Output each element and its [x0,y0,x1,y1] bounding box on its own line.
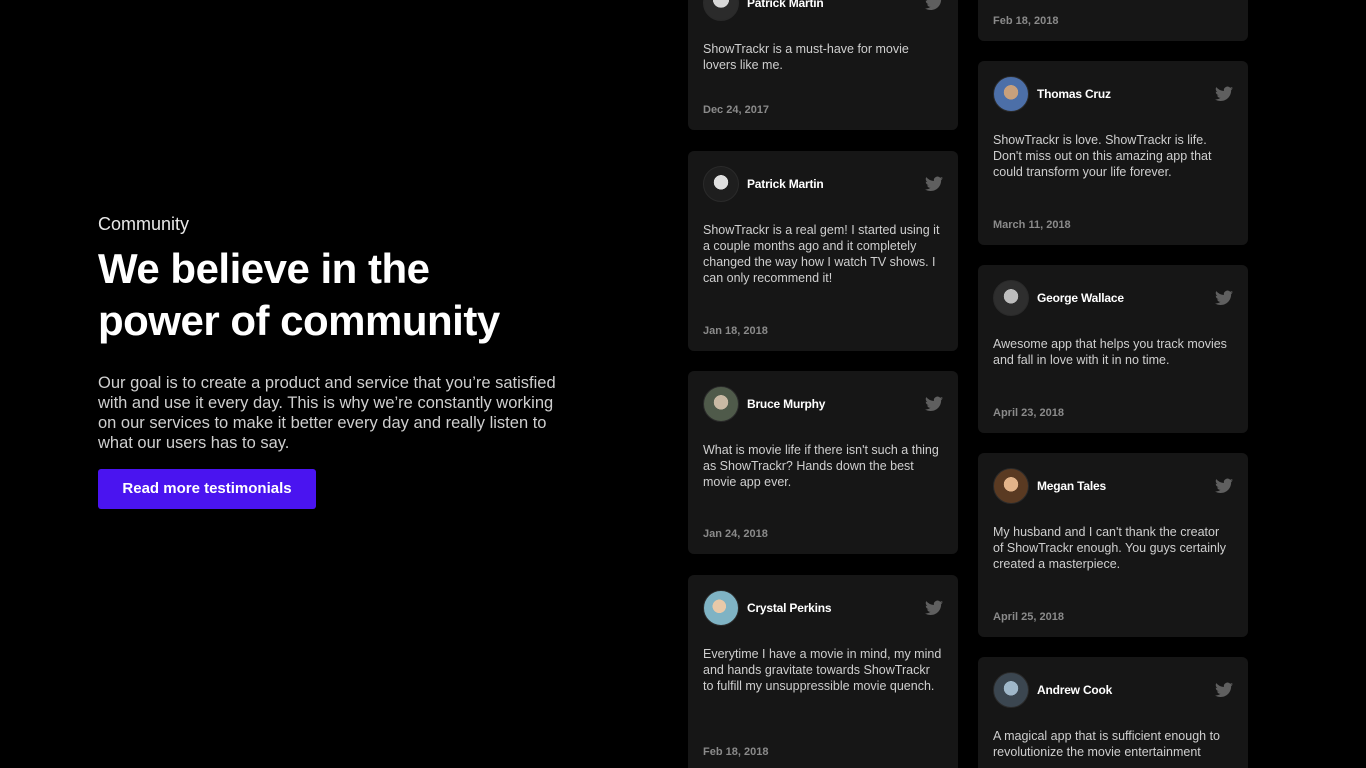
testimonial-quote: ShowTrackr is love. ShowTrackr is life. … [993,133,1212,179]
author-name: Patrick Martin [747,177,824,191]
testimonial-date: Jan 18, 2018 [703,325,768,337]
testimonial-card: Crystal Perkins Everytime I have a movie… [688,575,958,768]
testimonial-date: Jan 24, 2018 [703,528,768,540]
page: Community We believe in the power of com… [0,0,1366,768]
author-name: Megan Tales [1037,479,1106,493]
testimonial-quote: What is movie life if there isn't such a… [703,443,939,489]
testimonial-date: April 23, 2018 [993,407,1064,419]
testimonial-card: Megan Tales My husband and I can't thank… [978,453,1248,637]
testimonial-quote: Awesome app that helps you track movies … [993,337,1227,367]
avatar [993,76,1029,112]
hero-title-line-2: power of community [98,297,500,344]
twitter-icon[interactable] [1215,86,1233,102]
twitter-icon[interactable] [925,0,943,11]
testimonial-quote: ShowTrackr is a must-have for movie love… [703,42,909,72]
testimonial-date: April 25, 2018 [993,611,1064,623]
avatar [703,590,739,626]
author-name: Patrick Martin [747,0,824,10]
testimonial-card: Feb 18, 2018 [978,0,1248,41]
community-hero: Community We believe in the power of com… [98,213,568,509]
testimonial-card: Patrick Martin ShowTrackr is a real gem!… [688,151,958,351]
testimonial-card: Bruce Murphy What is movie life if there… [688,371,958,554]
testimonial-date: March 11, 2018 [993,219,1071,231]
twitter-icon[interactable] [1215,290,1233,306]
section-eyebrow: Community [98,214,190,234]
avatar [703,386,739,422]
testimonial-quote: Everytime I have a movie in mind, my min… [703,647,942,693]
testimonial-date: Dec 24, 2017 [703,104,770,116]
author-name: Thomas Cruz [1037,87,1111,101]
testimonial-quote: ShowTrackr is a real gem! I started usin… [703,223,940,285]
twitter-icon[interactable] [1215,682,1233,698]
testimonial-card: Patrick Martin ShowTrackr is a must-have… [688,0,958,130]
testimonial-card: Thomas Cruz ShowTrackr is love. ShowTrac… [978,61,1248,245]
twitter-icon[interactable] [925,600,943,616]
author-name: George Wallace [1037,291,1124,305]
author-name: Andrew Cook [1037,683,1113,697]
hero-title-line-1: We believe in the [98,245,430,292]
read-more-testimonials-button[interactable]: Read more testimonials [98,469,316,509]
twitter-icon[interactable] [925,396,943,412]
testimonial-date: Feb 18, 2018 [703,746,769,758]
avatar [993,468,1029,504]
avatar [703,166,739,202]
hero-title: We believe in the power of community [98,243,568,347]
testimonial-date: Feb 18, 2018 [993,15,1059,27]
testimonial-quote: A magical app that is sufficient enough … [993,729,1221,759]
twitter-icon[interactable] [925,176,943,192]
twitter-icon[interactable] [1215,478,1233,494]
author-name: Crystal Perkins [747,601,832,615]
avatar [993,672,1029,708]
hero-description: Our goal is to create a product and serv… [98,374,556,452]
author-name: Bruce Murphy [747,397,826,411]
avatar [703,0,739,21]
testimonial-card: George Wallace Awesome app that helps yo… [978,265,1248,433]
avatar [993,280,1029,316]
testimonial-quote: My husband and I can't thank the creator… [993,525,1227,571]
testimonial-card: Andrew Cook A magical app that is suffic… [978,657,1248,768]
